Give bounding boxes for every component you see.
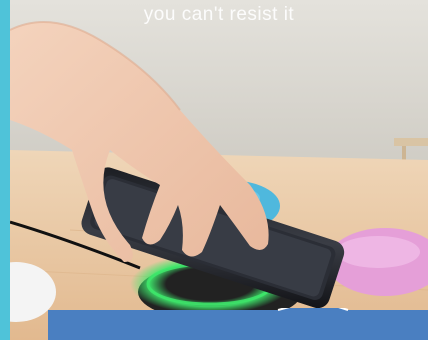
info-banner: [48, 308, 428, 340]
accent-strip: [0, 0, 10, 340]
product-photo: you can't resist it: [10, 0, 428, 340]
photo-scene: [10, 0, 428, 340]
shelf: [394, 138, 428, 146]
headline-text: you can't resist it: [143, 4, 295, 25]
